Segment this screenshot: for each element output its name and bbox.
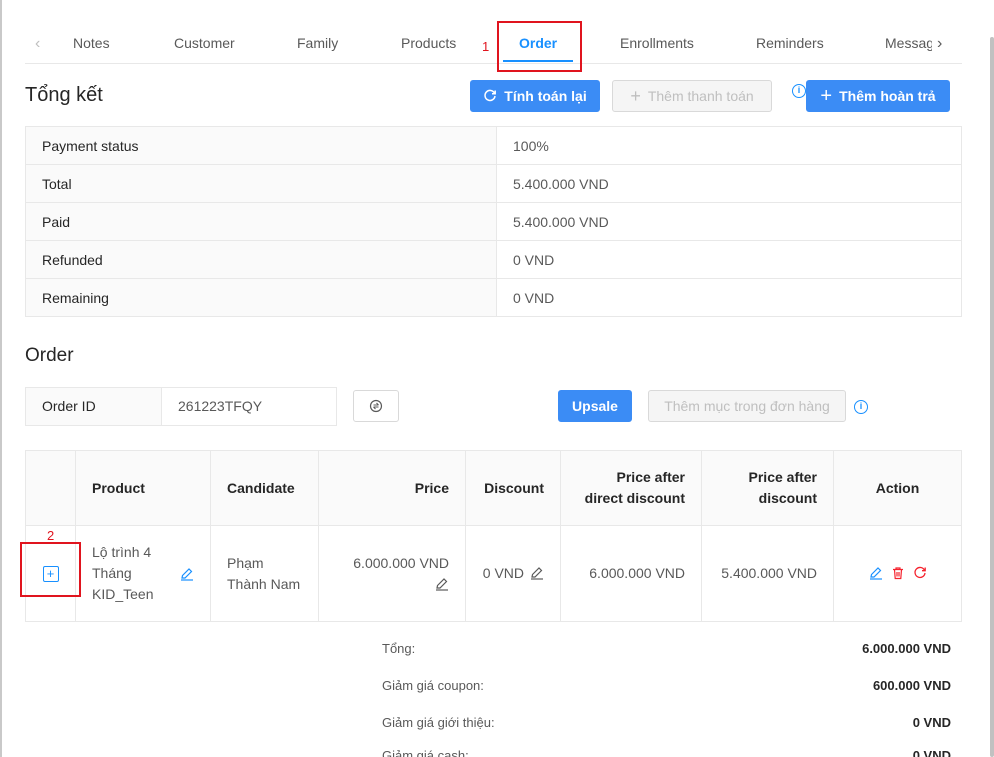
totals-value: 0 VND bbox=[912, 748, 951, 757]
totals-value: 0 VND bbox=[912, 715, 951, 730]
add-order-item-label: Thêm mục trong đơn hàng bbox=[664, 398, 830, 414]
tab-messages[interactable]: Messages bbox=[885, 32, 932, 51]
totals-row: Tổng: 6.000.000 VND bbox=[382, 641, 951, 661]
summary-row: Payment status 100% bbox=[25, 126, 962, 165]
totals-label: Giảm giá cash: bbox=[382, 748, 469, 757]
info-icon[interactable]: i bbox=[792, 84, 806, 98]
recalculate-button[interactable]: Tính toán lại bbox=[470, 80, 600, 112]
column-header-candidate: Candidate bbox=[210, 450, 319, 526]
tab-scroll-right-icon[interactable]: › bbox=[937, 36, 942, 52]
summary-row: Total 5.400.000 VND bbox=[25, 164, 962, 203]
info-icon[interactable]: i bbox=[854, 400, 868, 414]
upsale-button[interactable]: Upsale bbox=[558, 390, 632, 422]
discount-cell: 0 VND bbox=[465, 525, 561, 622]
order-title: Order bbox=[25, 345, 74, 366]
expand-column-header bbox=[25, 450, 76, 526]
candidate-cell: Phạm Thành Nam bbox=[210, 525, 319, 622]
edit-price-icon[interactable] bbox=[435, 577, 449, 591]
summary-value: 0 VND bbox=[513, 289, 555, 306]
totals-row: Giảm giá giới thiệu: 0 VND bbox=[382, 715, 951, 735]
totals-label: Tổng: bbox=[382, 641, 416, 656]
plus-icon: + bbox=[630, 86, 641, 106]
tab-scroll-left-icon[interactable]: ‹ bbox=[35, 36, 40, 52]
summary-value: 0 VND bbox=[496, 240, 962, 279]
column-header-action: Action bbox=[833, 450, 962, 526]
order-id-label: Order ID bbox=[26, 388, 162, 425]
summary-table: Payment status 100% Total 5.400.000 VND Pa… bbox=[25, 126, 962, 317]
price-after-direct-discount-cell: 6.000.000 VND bbox=[560, 525, 702, 622]
product-name: Lộ trình 4 Tháng KID_Teen bbox=[92, 544, 154, 602]
refresh-icon bbox=[484, 89, 497, 102]
sync-icon bbox=[369, 399, 383, 413]
edit-discount-icon[interactable] bbox=[530, 566, 544, 580]
order-id-field: Order ID 261223TFQY bbox=[25, 387, 337, 426]
add-payment-button[interactable]: + Thêm thanh toán bbox=[612, 80, 772, 112]
summary-row: Refunded 0 VND bbox=[25, 240, 962, 279]
table-header-row: Product Candidate Price Discount Price a… bbox=[25, 450, 962, 526]
column-header-price: Price bbox=[318, 450, 466, 526]
table-row: + Lộ trình 4 Tháng KID_Teen Phạm Thành N… bbox=[25, 525, 962, 622]
summary-value: 5.400.000 VND bbox=[496, 202, 962, 241]
delete-icon[interactable] bbox=[891, 566, 905, 580]
change-order-button[interactable] bbox=[353, 390, 399, 422]
discount-value: 0 VND bbox=[482, 565, 524, 581]
totals-label: Giảm giá coupon: bbox=[382, 678, 484, 693]
totals-value: 6.000.000 VND bbox=[862, 641, 951, 656]
add-refund-label: Thêm hoàn trả bbox=[839, 88, 936, 104]
product-cell: Lộ trình 4 Tháng KID_Teen bbox=[75, 525, 211, 622]
column-header-product: Product bbox=[75, 450, 211, 526]
upsale-label: Upsale bbox=[572, 398, 618, 414]
totals-label: Giảm giá giới thiệu: bbox=[382, 715, 495, 730]
column-header-discount: Discount bbox=[465, 450, 561, 526]
summary-value: 100% bbox=[496, 126, 962, 165]
totals-row: Giảm giá cash: 0 VND bbox=[382, 748, 951, 757]
tab-bar: ‹ Notes Customer Family Products Order E… bbox=[25, 22, 962, 64]
action-cell bbox=[834, 526, 962, 622]
summary-key: Total bbox=[25, 164, 497, 203]
tab-notes[interactable]: Notes bbox=[73, 35, 110, 51]
add-refund-button[interactable]: + Thêm hoàn trả bbox=[806, 80, 950, 112]
tab-family[interactable]: Family bbox=[297, 35, 338, 51]
vertical-scrollbar[interactable] bbox=[990, 37, 994, 757]
plus-icon: + bbox=[820, 85, 833, 107]
summary-title: Tổng kết bbox=[25, 84, 103, 106]
summary-value: 5.400.000 VND bbox=[496, 164, 962, 203]
annotation-box-expand bbox=[20, 542, 81, 597]
add-order-item-button[interactable]: Thêm mục trong đơn hàng bbox=[648, 390, 846, 422]
order-id-value[interactable]: 261223TFQY bbox=[162, 388, 262, 425]
summary-key: Payment status bbox=[25, 126, 497, 165]
summary-key: Paid bbox=[25, 202, 497, 241]
edit-product-icon[interactable] bbox=[180, 567, 194, 581]
tab-customer[interactable]: Customer bbox=[174, 35, 235, 51]
recalculate-label: Tính toán lại bbox=[504, 88, 587, 104]
summary-key: Refunded bbox=[25, 240, 497, 279]
column-header-price-after-discount: Price after discount bbox=[701, 450, 834, 526]
order-items-table: Product Candidate Price Discount Price a… bbox=[25, 450, 962, 622]
totals-value: 600.000 VND bbox=[872, 678, 951, 693]
reload-icon[interactable] bbox=[913, 566, 927, 580]
tab-reminders[interactable]: Reminders bbox=[756, 35, 824, 51]
edit-icon[interactable] bbox=[869, 566, 883, 580]
summary-row: Remaining 0 VND bbox=[25, 278, 962, 317]
annotation-box-order-tab bbox=[497, 21, 582, 72]
annotation-number-1: 1 bbox=[482, 39, 490, 54]
summary-row: Paid 5.400.000 VND bbox=[25, 202, 962, 241]
price-cell: 6.000.000 VND bbox=[318, 525, 466, 622]
column-header-price-after-direct-discount: Price after direct discount bbox=[560, 450, 702, 526]
totals-row: Giảm giá coupon: 600.000 VND bbox=[382, 678, 951, 698]
add-payment-label: Thêm thanh toán bbox=[647, 88, 754, 104]
price-value: 6.000.000 VND bbox=[353, 554, 449, 571]
annotation-number-2: 2 bbox=[47, 528, 55, 543]
price-after-discount-cell: 5.400.000 VND bbox=[701, 525, 834, 622]
window-left-border bbox=[0, 0, 2, 757]
tab-products[interactable]: Products bbox=[401, 35, 456, 51]
tab-enrollments[interactable]: Enrollments bbox=[620, 35, 694, 51]
summary-key: Remaining bbox=[25, 278, 497, 317]
